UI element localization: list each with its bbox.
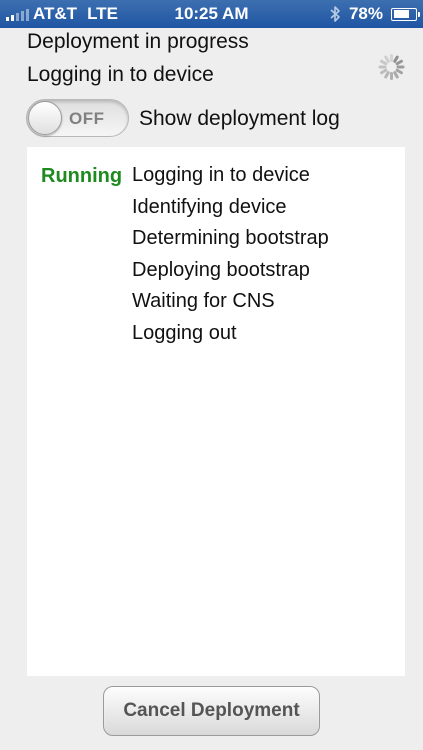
battery-percent: 78%: [348, 4, 383, 23]
toggle-state-label: OFF: [69, 109, 105, 128]
battery-fill: [393, 10, 410, 18]
deployment-log-toggle[interactable]: OFF: [26, 99, 129, 137]
toggle-knob[interactable]: [28, 101, 62, 135]
status-bar-right: 78%: [329, 4, 420, 24]
list-item: Waiting for CNS: [132, 290, 275, 312]
bluetooth-icon: [330, 6, 340, 22]
toggle-label: Show deployment log: [139, 107, 340, 130]
page-title: Deployment in progress: [27, 30, 249, 53]
list-item: Determining bootstrap: [132, 227, 329, 249]
battery-icon: [391, 7, 420, 21]
list-item: Logging in to device: [132, 164, 310, 186]
status-bar: AT&T LTE 10:25 AM 78%: [0, 0, 423, 28]
list-item: Logging out: [132, 321, 237, 344]
activity-spinner-icon: [377, 53, 405, 81]
deployment-log-panel: Running Logging in to device Identifying…: [27, 147, 405, 676]
progress-subtitle: Logging in to device: [27, 63, 214, 86]
spinner-spoke: [378, 65, 386, 69]
status-badge: Running: [41, 165, 123, 187]
cancel-deployment-button[interactable]: Cancel Deployment: [103, 686, 320, 736]
list-item: Deploying bootstrap: [132, 258, 310, 281]
list-item: Identifying device: [132, 195, 287, 218]
spinner-spoke: [389, 72, 393, 80]
step-list: Logging in to device Identifying device …: [132, 164, 329, 353]
